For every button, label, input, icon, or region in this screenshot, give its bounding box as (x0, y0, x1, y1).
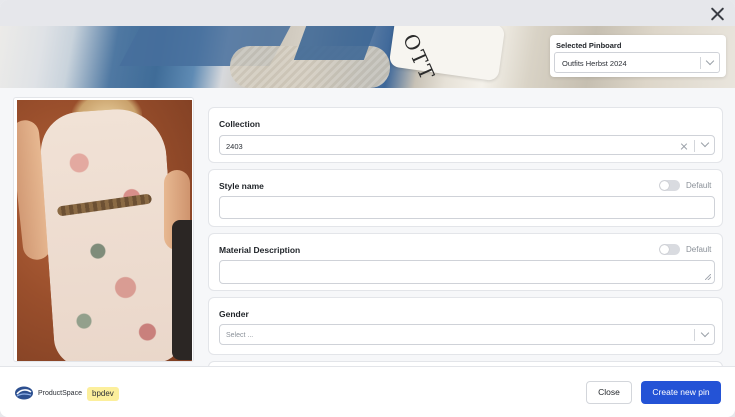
pin-photo (17, 100, 192, 361)
pinboard-select-value: Outfits Herbst 2024 (562, 59, 627, 68)
chevron-down-icon[interactable] (700, 138, 710, 148)
pinboard-select[interactable]: Outfits Herbst 2024 (554, 52, 720, 73)
pin-form-panel[interactable]: Collection 2403 Style name Default Mater… (199, 97, 735, 367)
material-description-default-label: Default (686, 245, 712, 254)
style-name-label: Style name (219, 181, 264, 191)
chevron-down-icon[interactable] (700, 328, 710, 338)
material-description-default-toggle[interactable] (659, 244, 680, 255)
modal-top-bar (0, 0, 735, 26)
collection-card: Collection 2403 (208, 107, 723, 163)
material-description-textarea[interactable] (219, 260, 715, 284)
banner-denim-shape-2 (293, 26, 377, 60)
material-description-label: Material Description (219, 245, 301, 255)
style-name-input[interactable] (219, 196, 715, 219)
photo-bag-shape (172, 220, 192, 360)
chevron-down-icon[interactable] (705, 56, 715, 66)
selected-pinboard-box: Selected Pinboard Outfits Herbst 2024 (550, 35, 726, 77)
resize-grip-icon[interactable] (705, 274, 711, 280)
gender-select[interactable]: Select ... (219, 324, 715, 345)
selected-pinboard-label: Selected Pinboard (556, 41, 622, 50)
select-separator (694, 329, 695, 341)
brand-name: ProductSpace (38, 390, 82, 397)
collection-label: Collection (219, 119, 261, 129)
style-name-card: Style name Default (208, 169, 723, 227)
photo-dress-shape (38, 105, 181, 361)
close-button[interactable]: Close (586, 381, 632, 404)
select-separator (694, 140, 695, 152)
gender-card: Gender Select ... (208, 297, 723, 355)
modal-footer: ProductSpace bpdev Close Create new pin (0, 366, 735, 417)
environment-badge: bpdev (87, 387, 119, 401)
select-separator (700, 57, 701, 69)
close-icon[interactable] (705, 2, 729, 26)
gender-placeholder: Select ... (226, 332, 254, 339)
clear-icon[interactable] (680, 142, 688, 150)
collection-select[interactable]: 2403 (219, 135, 715, 155)
pin-image-panel (13, 97, 194, 362)
gender-label: Gender (219, 309, 249, 319)
collection-value: 2403 (226, 142, 243, 151)
material-description-card: Material Description Default (208, 233, 723, 291)
create-new-pin-button[interactable]: Create new pin (641, 381, 721, 404)
style-name-default-label: Default (686, 181, 712, 190)
style-name-default-toggle[interactable] (659, 180, 680, 191)
create-pin-modal: OTT Selected Pinboard Outfits Herbst 202… (0, 0, 735, 417)
productspace-logo-icon (15, 386, 33, 400)
